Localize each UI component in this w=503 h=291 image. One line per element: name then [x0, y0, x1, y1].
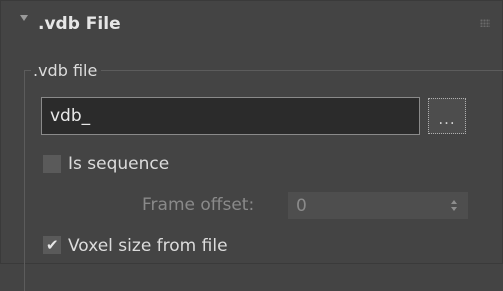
collapse-arrow-icon[interactable]	[20, 15, 28, 21]
spinner-up-arrow-icon[interactable]	[451, 200, 457, 204]
checkmark-icon: ✔	[46, 236, 59, 254]
spinner-down-arrow-icon[interactable]	[451, 207, 457, 211]
rollout-title: .vdb File	[38, 14, 121, 34]
drag-grip-icon[interactable]	[480, 19, 490, 27]
vdb-file-path-input[interactable]	[41, 97, 420, 135]
group-title: .vdb file	[31, 61, 102, 81]
is-sequence-checkbox[interactable]	[43, 155, 61, 173]
rollout-header[interactable]: .vdb File	[1, 1, 502, 51]
frame-offset-label: Frame offset:	[142, 195, 255, 215]
is-sequence-label[interactable]: Is sequence	[68, 153, 169, 175]
vdb-file-rollout: .vdb File .vdb file ... Is sequence Fram…	[0, 0, 503, 291]
voxel-size-from-file-label[interactable]: Voxel size from file	[68, 235, 228, 257]
browse-button[interactable]: ...	[428, 98, 466, 134]
frame-offset-value[interactable]: 0	[296, 195, 307, 217]
frame-offset-spinner[interactable]: 0	[288, 192, 468, 219]
voxel-size-from-file-checkbox[interactable]: ✔	[43, 236, 61, 254]
